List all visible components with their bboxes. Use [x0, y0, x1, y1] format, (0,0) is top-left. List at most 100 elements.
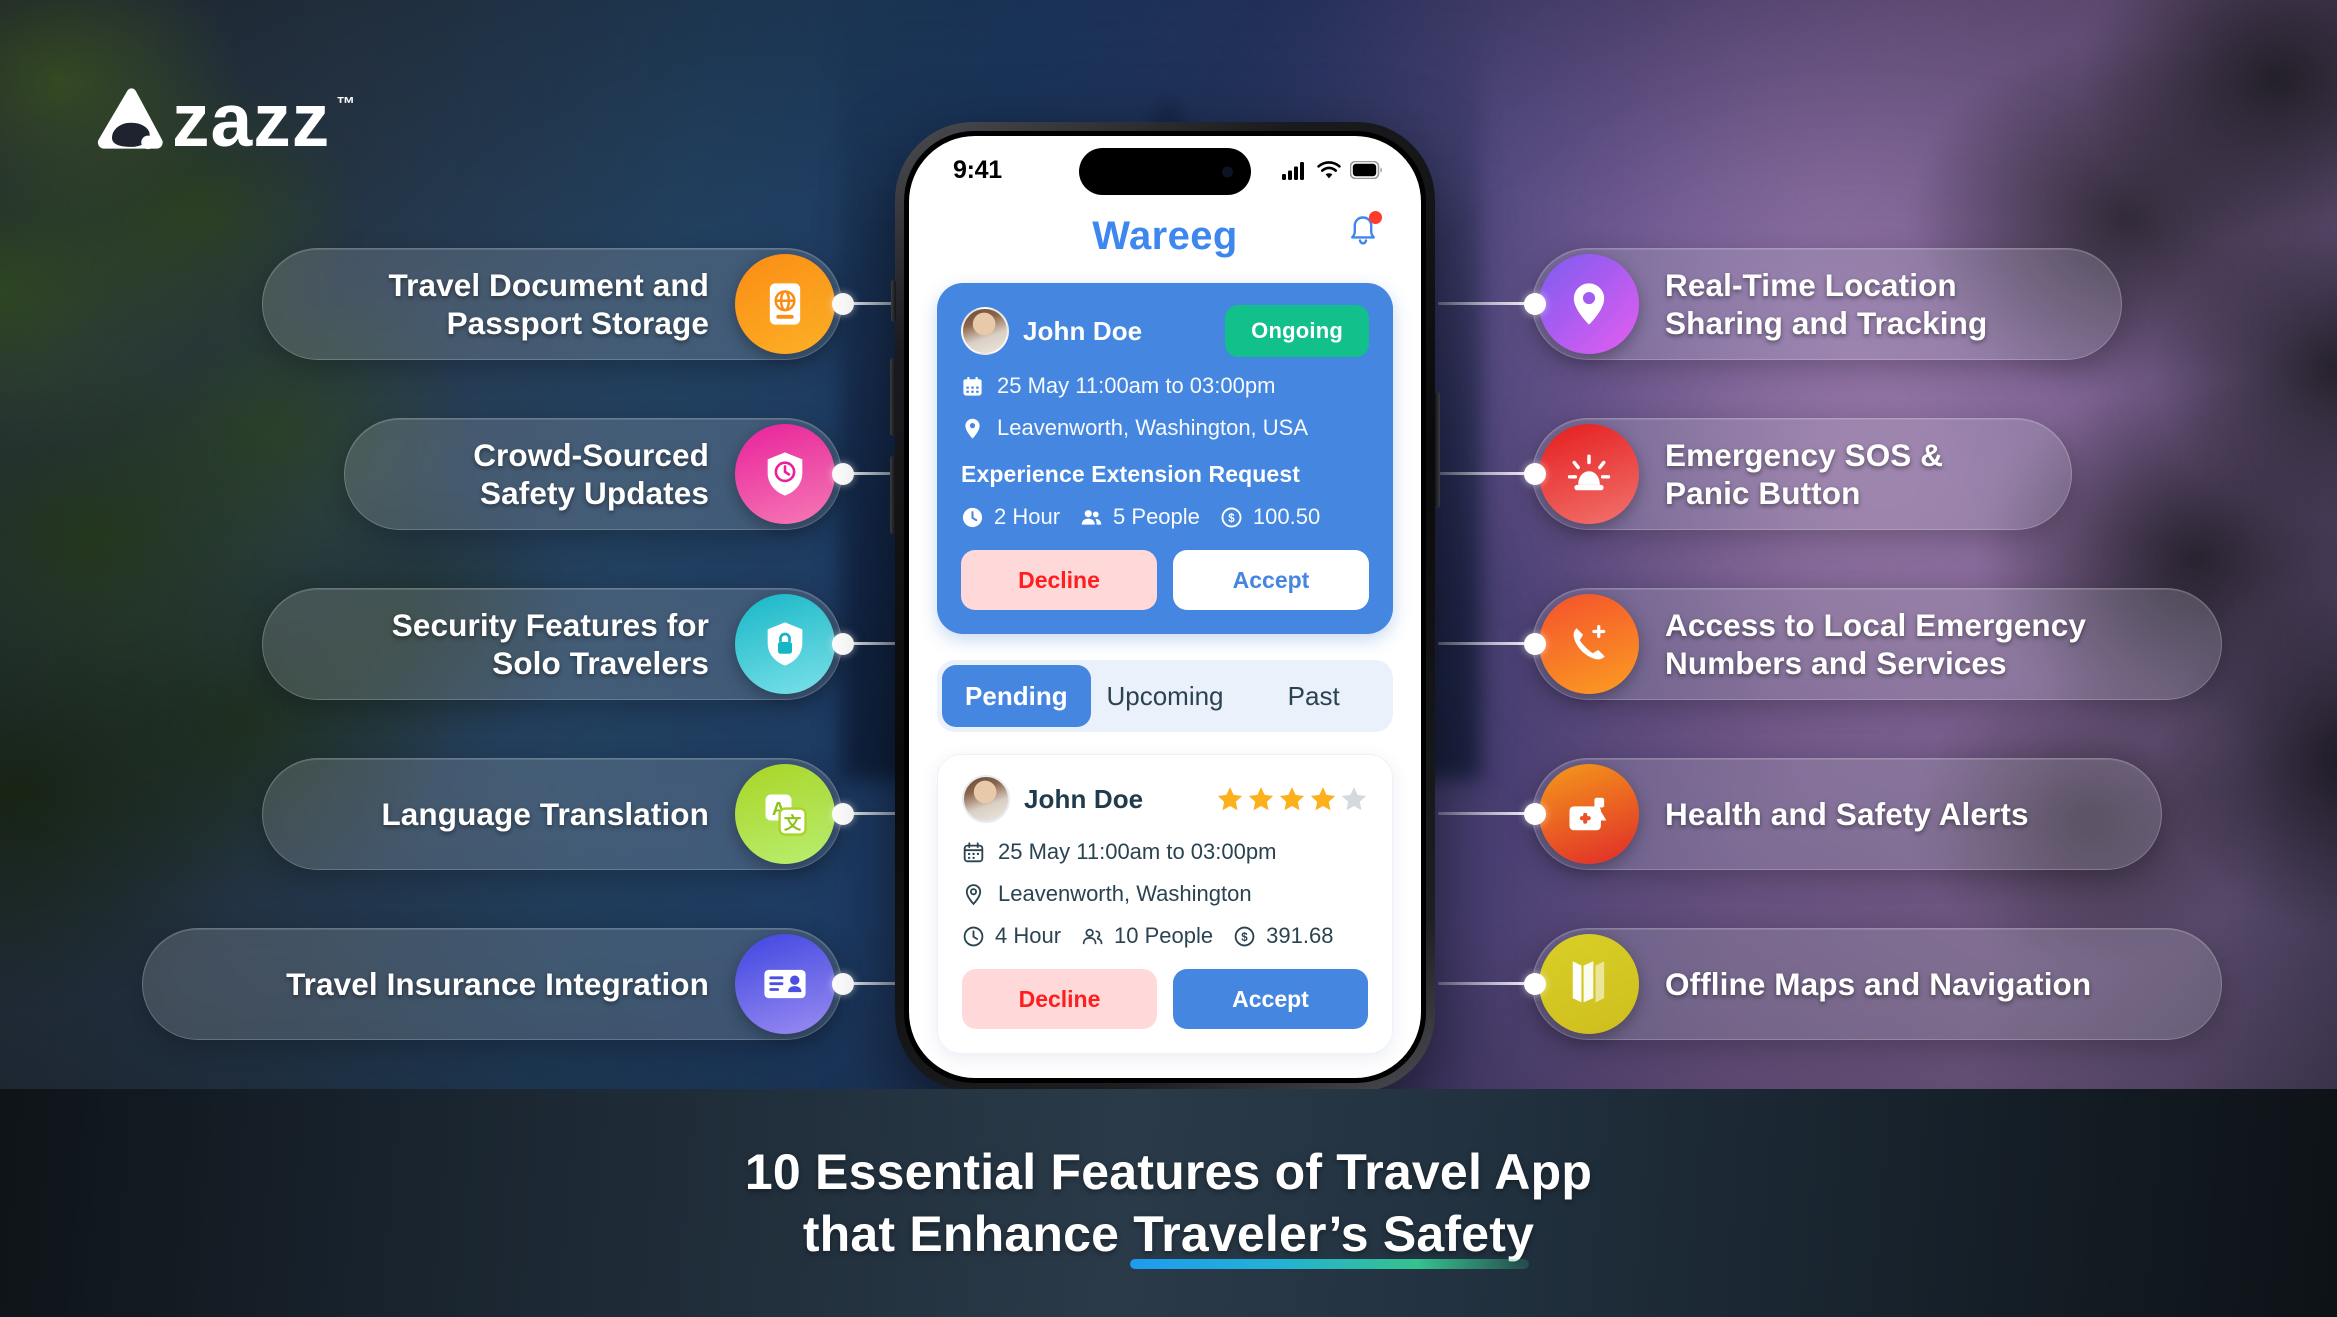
map-pin-icon — [965, 418, 980, 438]
silence-switch[interactable] — [891, 280, 896, 322]
connector-node-left-5 — [832, 973, 854, 995]
feature-pill-real-time-location[interactable]: Real-Time Location Sharing and Tracking — [1532, 248, 2122, 360]
shield-clock-icon — [735, 424, 835, 524]
stats-row: 2 Hour 5 People $ 100.50 — [961, 504, 1369, 530]
star-filled-icon — [1310, 787, 1336, 811]
booking-tabs: Pending Upcoming Past — [937, 660, 1393, 732]
connector-line-right-3 — [1438, 642, 1534, 645]
connector-line-right-1 — [1438, 302, 1534, 305]
svg-text:$: $ — [1241, 931, 1248, 943]
feature-label: Access to Local Emergency Numbers and Se… — [1665, 606, 2086, 681]
connector-node-left-1 — [832, 293, 854, 315]
volume-up-button[interactable] — [890, 358, 895, 436]
clock-icon — [963, 926, 984, 946]
bottom-banner: 10 Essential Features of Travel App that… — [0, 1089, 2337, 1317]
phone-mockup: 9:41 Wareeg John Doe Ongoing 25 May 11:0… — [890, 122, 1440, 1092]
connector-line-right-4 — [1438, 812, 1534, 815]
feature-label: Offline Maps and Navigation — [1665, 965, 2092, 1002]
decline-button[interactable]: Decline — [961, 550, 1157, 610]
avatar — [962, 775, 1010, 823]
volume-down-button[interactable] — [890, 456, 895, 534]
zazz-triangle-logo-icon — [97, 88, 163, 150]
price-text: 100.50 — [1252, 504, 1321, 529]
wifi-icon — [1317, 160, 1341, 178]
clock-icon — [962, 507, 983, 527]
map-pin-icon — [965, 883, 982, 905]
ongoing-booking-card[interactable]: John Doe Ongoing 25 May 11:00am to 03:00… — [937, 283, 1393, 634]
date-time-text: 25 May 11:00am to 03:00pm — [997, 373, 1276, 398]
feature-pill-security-solo-travelers[interactable]: Security Features for Solo Travelers — [262, 588, 842, 700]
people-icon — [1081, 509, 1102, 525]
feature-pill-travel-insurance[interactable]: Travel Insurance Integration — [142, 928, 842, 1040]
duration-stat: 2 Hour — [961, 504, 1060, 530]
people-text: 10 People — [1114, 923, 1214, 948]
location-pin-icon — [1539, 254, 1639, 354]
people-text: 5 People — [1113, 504, 1200, 529]
feature-pill-local-emergency-numbers[interactable]: Access to Local Emergency Numbers and Se… — [1532, 588, 2222, 700]
date-row: 25 May 11:00am to 03:00pm — [961, 373, 1369, 399]
date-row: 25 May 11:00am to 03:00pm — [962, 839, 1368, 865]
notification-button[interactable] — [1345, 211, 1382, 248]
star-filled-icon — [1248, 787, 1274, 811]
location-row: Leavenworth, Washington, USA — [961, 415, 1369, 441]
connector-node-left-4 — [832, 803, 854, 825]
calendar-icon — [963, 841, 984, 862]
rating-stars — [1216, 785, 1368, 813]
connector-line-right-5 — [1438, 982, 1534, 985]
duration-text: 2 Hour — [994, 504, 1061, 529]
medical-kit-icon — [1539, 764, 1639, 864]
decline-button[interactable]: Decline — [962, 969, 1157, 1029]
user-block: John Doe — [962, 775, 1143, 823]
avatar — [961, 307, 1009, 355]
feature-pill-offline-maps[interactable]: Offline Maps and Navigation — [1532, 928, 2222, 1040]
passport-globe-icon — [735, 254, 835, 354]
app-title: Wareeg — [1092, 214, 1238, 258]
feature-label: Security Features for Solo Travelers — [391, 606, 709, 681]
notification-badge-dot — [1369, 211, 1382, 224]
stats-row: 4 Hour 10 People $ 391.68 — [962, 923, 1368, 949]
title-underline-accent — [1130, 1259, 1529, 1269]
feature-pill-travel-document[interactable]: Travel Document and Passport Storage — [262, 248, 842, 360]
card-actions: Decline Accept — [962, 969, 1368, 1029]
connector-node-right-2 — [1524, 463, 1546, 485]
power-button[interactable] — [1435, 392, 1440, 508]
feature-pill-emergency-sos[interactable]: Emergency SOS & Panic Button — [1532, 418, 2072, 530]
price-stat: $ 391.68 — [1233, 923, 1333, 949]
feature-pill-language-translation[interactable]: Language Translation A 文 — [262, 758, 842, 870]
tab-pending[interactable]: Pending — [942, 665, 1091, 727]
user-block: John Doe — [961, 307, 1142, 355]
translate-icon: A 文 — [735, 764, 835, 864]
svg-text:$: $ — [1228, 512, 1235, 524]
people-icon — [1082, 928, 1103, 944]
logo-wordmark: zazz — [172, 78, 331, 162]
feature-label: Travel Insurance Integration — [286, 965, 709, 1002]
card-header-row: John Doe Ongoing — [961, 305, 1369, 357]
feature-pill-health-safety-alerts[interactable]: Health and Safety Alerts — [1532, 758, 2162, 870]
phone-plus-icon — [1539, 594, 1639, 694]
tab-past[interactable]: Past — [1239, 665, 1388, 727]
feature-label: Health and Safety Alerts — [1665, 795, 2029, 832]
svg-text:文: 文 — [784, 813, 802, 833]
dollar-coin-icon: $ — [1221, 507, 1242, 527]
card-header-row: John Doe — [962, 775, 1368, 823]
accept-button[interactable]: Accept — [1173, 550, 1369, 610]
location-text: Leavenworth, Washington — [998, 881, 1252, 906]
accept-button[interactable]: Accept — [1173, 969, 1368, 1029]
connector-node-left-3 — [832, 633, 854, 655]
feature-label: Emergency SOS & Panic Button — [1665, 436, 1944, 511]
dollar-coin-icon: $ — [1234, 926, 1255, 946]
feature-pill-crowd-sourced-safety[interactable]: Crowd-Sourced Safety Updates — [344, 418, 842, 530]
connector-node-right-1 — [1524, 293, 1546, 315]
battery-full-icon — [1350, 161, 1382, 179]
duration-text: 4 Hour — [995, 923, 1062, 948]
star-empty-icon — [1341, 787, 1367, 811]
connector-node-right-4 — [1524, 803, 1546, 825]
feature-label: Travel Document and Passport Storage — [388, 266, 709, 341]
status-badge: Ongoing — [1225, 305, 1369, 357]
siren-alarm-icon — [1539, 424, 1639, 524]
date-time-text: 25 May 11:00am to 03:00pm — [998, 839, 1277, 864]
pending-booking-card[interactable]: John Doe 25 May 11:00am to 03:00pm Leave… — [937, 754, 1393, 1054]
tab-upcoming[interactable]: Upcoming — [1091, 665, 1240, 727]
price-stat: $ 100.50 — [1220, 504, 1320, 530]
feature-label: Real-Time Location Sharing and Tracking — [1665, 266, 1988, 341]
